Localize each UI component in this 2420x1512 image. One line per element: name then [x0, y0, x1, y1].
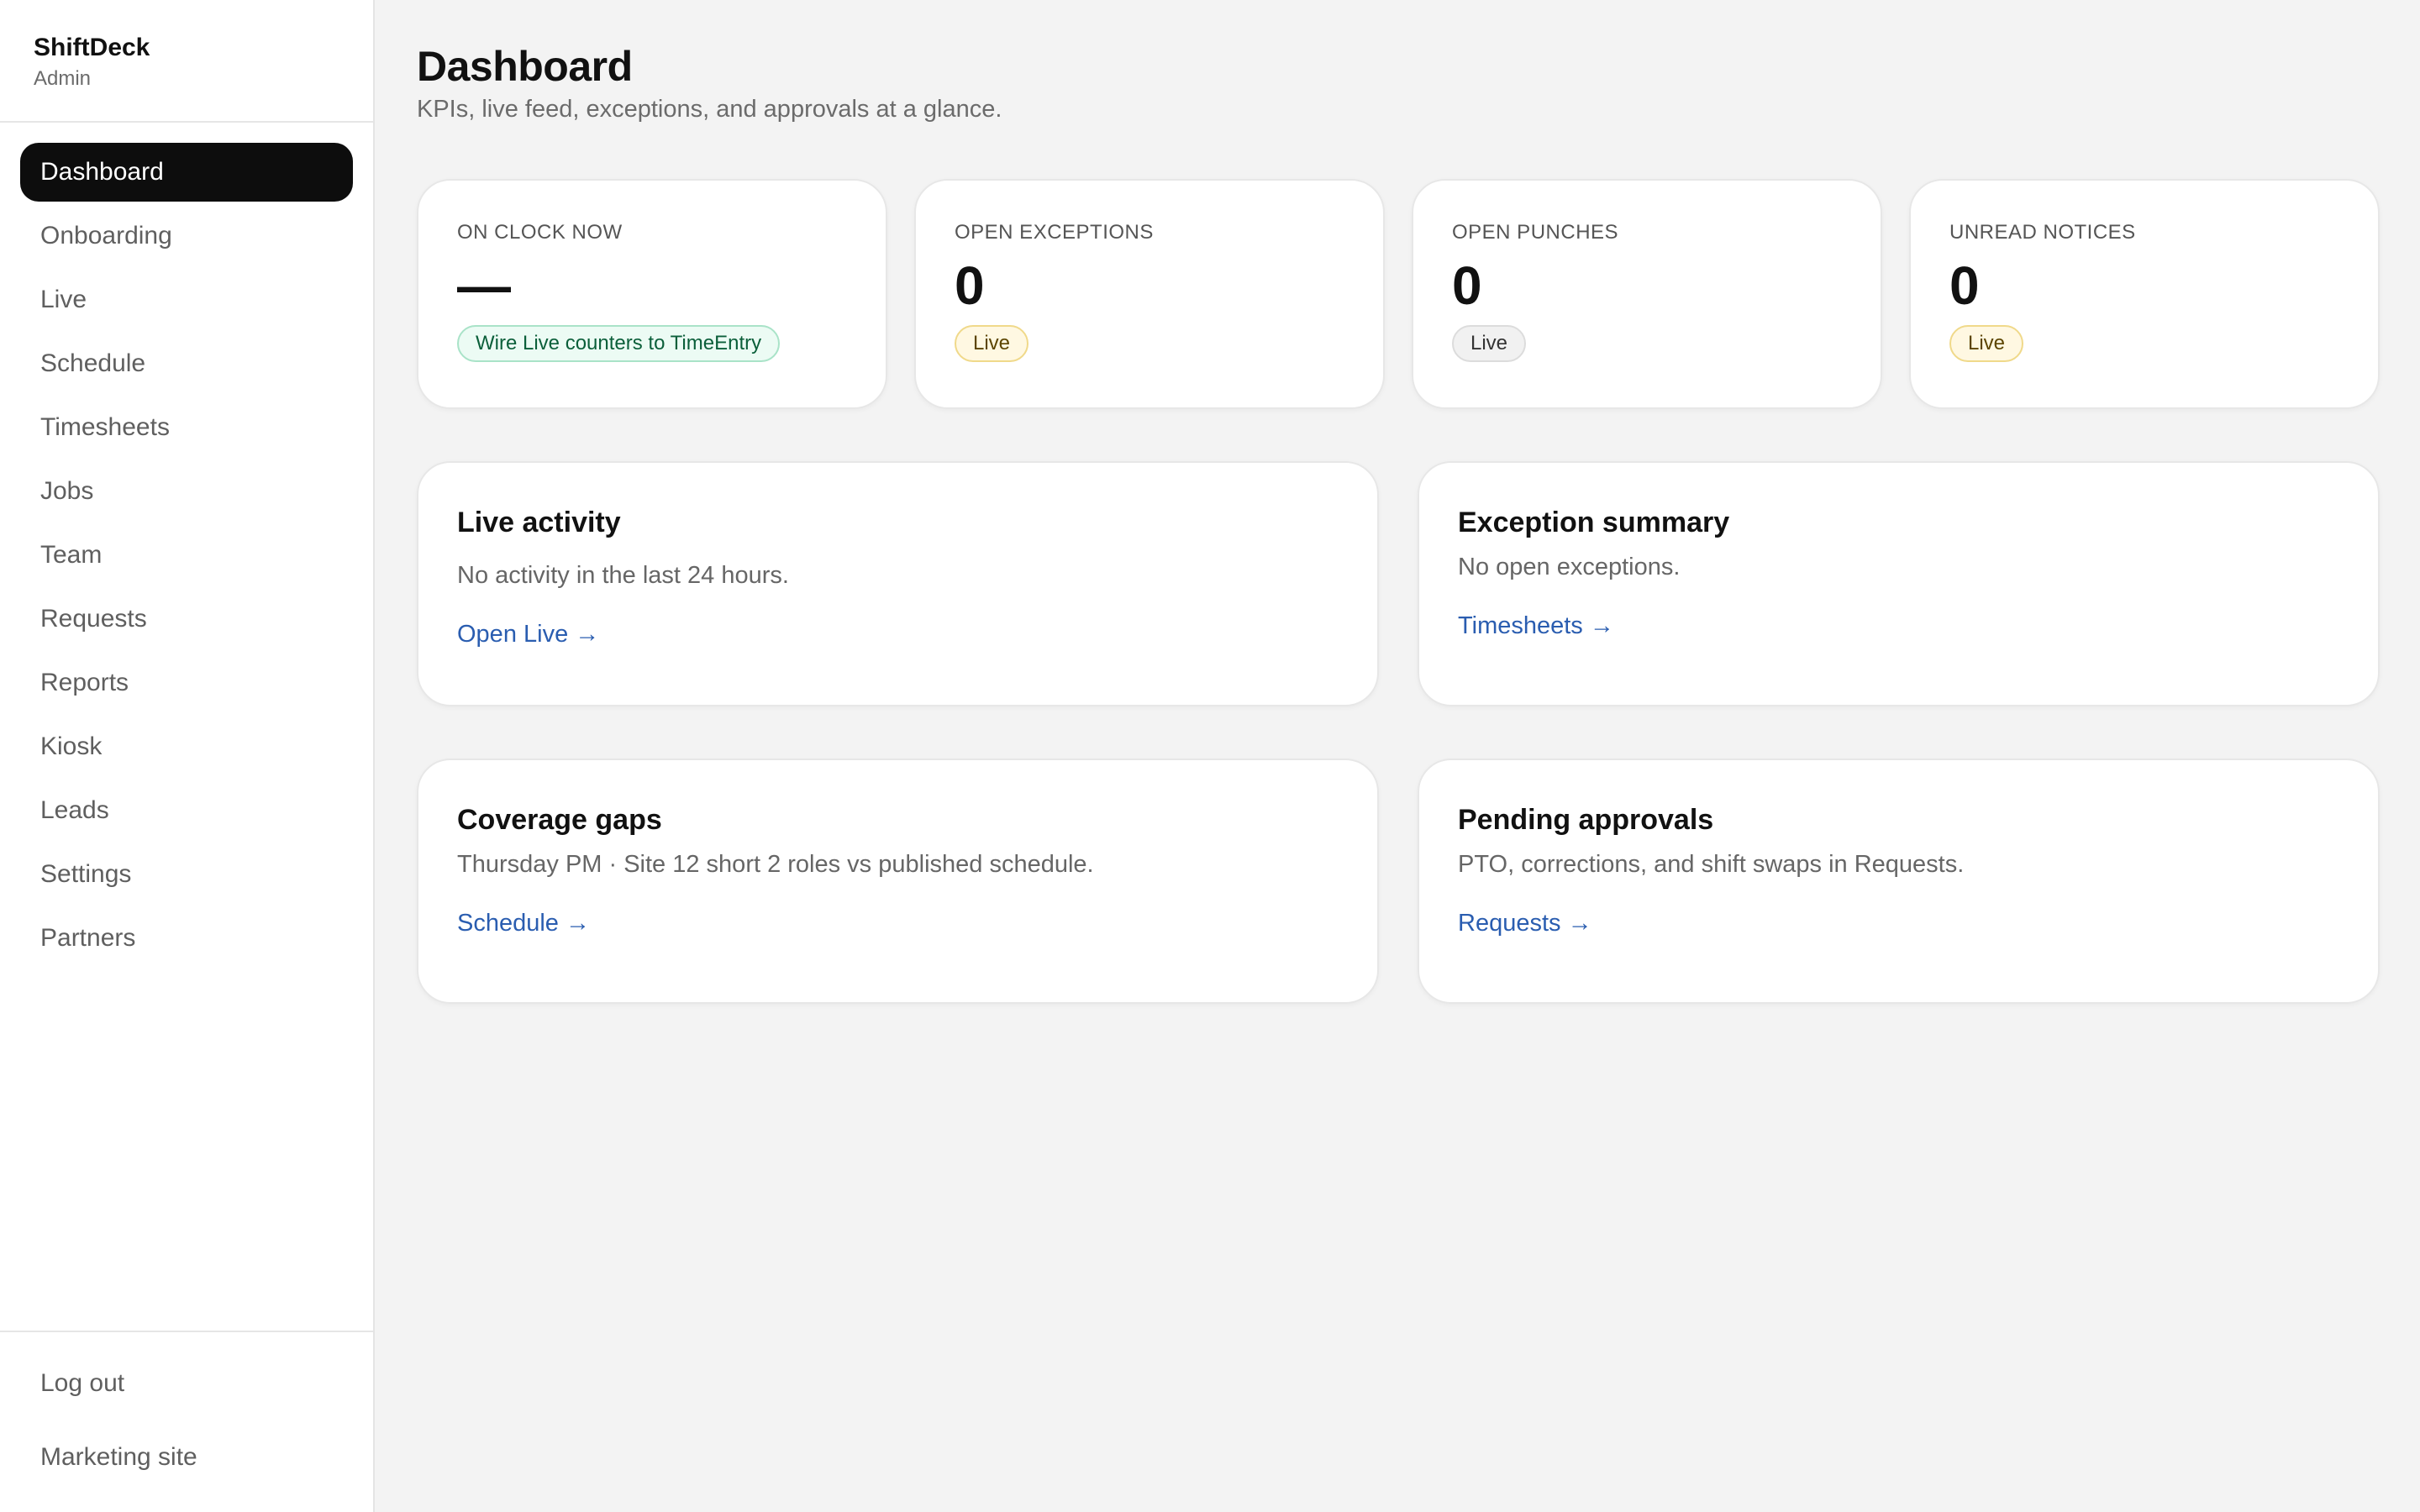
exception-summary-panel: Exception summary No open exceptions. Ti… [1418, 461, 2380, 706]
marketing-site-link[interactable]: Marketing site [20, 1428, 353, 1487]
sidebar-item-team[interactable]: Team [20, 526, 353, 585]
sidebar-item-requests[interactable]: Requests [20, 590, 353, 648]
sidebar-item-schedule[interactable]: Schedule [20, 334, 353, 393]
kpi-value: 0 [1949, 255, 1980, 316]
sidebar-item-leads[interactable]: Leads [20, 781, 353, 840]
kpi-row: ON CLOCK NOW — Wire Live counters to Tim… [417, 179, 2380, 409]
kpi-card-unread-notices: UNREAD NOTICES 0 Live [1909, 179, 2380, 409]
sidebar-item-onboarding[interactable]: Onboarding [20, 207, 353, 265]
live-activity-panel: Live activity No activity in the last 24… [417, 461, 1379, 706]
brand-name: ShiftDeck [34, 34, 150, 61]
page-subtitle: KPIs, live feed, exceptions, and approva… [417, 96, 1002, 123]
pending-approvals-panel: Pending approvals PTO, corrections, and … [1418, 759, 2380, 1004]
panel-title: Live activity [457, 507, 621, 538]
kpi-card-open-punches: OPEN PUNCHES 0 Live [1412, 179, 1882, 409]
schedule-link[interactable]: Schedule → [457, 910, 590, 937]
kpi-label: UNREAD NOTICES [1949, 221, 2136, 244]
kpi-label: ON CLOCK NOW [457, 221, 623, 244]
sidebar-nav: Dashboard Onboarding Live Schedule Times… [0, 123, 373, 1331]
panel-text: No activity in the last 24 hours. [457, 562, 789, 589]
status-badge: Live [1452, 325, 1527, 362]
sidebar-item-partners[interactable]: Partners [20, 909, 353, 968]
kpi-value: — [457, 255, 511, 316]
status-badge: Wire Live counters to TimeEntry [457, 325, 781, 362]
panel-text: Thursday PM · Site 12 short 2 roles vs p… [457, 851, 1094, 878]
status-badge: Live [1949, 325, 2024, 362]
panel-row-bottom: Coverage gaps Thursday PM · Site 12 shor… [417, 759, 2380, 1004]
open-live-link[interactable]: Open Live → [457, 621, 599, 648]
app-shell: ShiftDeck Admin Dashboard Onboarding Liv… [0, 0, 2420, 1512]
kpi-label: OPEN PUNCHES [1452, 221, 1619, 244]
sidebar-item-settings[interactable]: Settings [20, 845, 353, 904]
kpi-value: 0 [955, 255, 985, 316]
panel-title: Exception summary [1458, 507, 1730, 538]
sidebar-footer: Log out Marketing site [0, 1331, 373, 1512]
kpi-card-on-clock: ON CLOCK NOW — Wire Live counters to Tim… [417, 179, 887, 409]
main-content: Dashboard KPIs, live feed, exceptions, a… [375, 0, 2420, 1512]
kpi-card-open-exceptions: OPEN EXCEPTIONS 0 Live [914, 179, 1385, 409]
page-title: Dashboard [417, 43, 633, 90]
sidebar-item-timesheets[interactable]: Timesheets [20, 398, 353, 457]
requests-link[interactable]: Requests → [1458, 910, 1592, 937]
sidebar-item-reports[interactable]: Reports [20, 654, 353, 712]
panel-text: No open exceptions. [1458, 554, 1681, 580]
sidebar-item-jobs[interactable]: Jobs [20, 462, 353, 521]
sidebar-item-dashboard[interactable]: Dashboard [20, 143, 353, 202]
brand: ShiftDeck Admin [0, 0, 373, 123]
sidebar-item-kiosk[interactable]: Kiosk [20, 717, 353, 776]
sidebar: ShiftDeck Admin Dashboard Onboarding Liv… [0, 0, 375, 1512]
sidebar-item-live[interactable]: Live [20, 270, 353, 329]
timesheets-link[interactable]: Timesheets → [1458, 612, 1614, 640]
kpi-value: 0 [1452, 255, 1482, 316]
panel-title: Coverage gaps [457, 804, 662, 836]
status-badge: Live [955, 325, 1029, 362]
logout-link[interactable]: Log out [20, 1354, 353, 1413]
brand-role: Admin [34, 67, 92, 90]
kpi-label: OPEN EXCEPTIONS [955, 221, 1154, 244]
panel-row-top: Live activity No activity in the last 24… [417, 461, 2380, 706]
coverage-gaps-panel: Coverage gaps Thursday PM · Site 12 shor… [417, 759, 1379, 1004]
panel-text: PTO, corrections, and shift swaps in Req… [1458, 851, 1965, 878]
panel-title: Pending approvals [1458, 804, 1714, 836]
